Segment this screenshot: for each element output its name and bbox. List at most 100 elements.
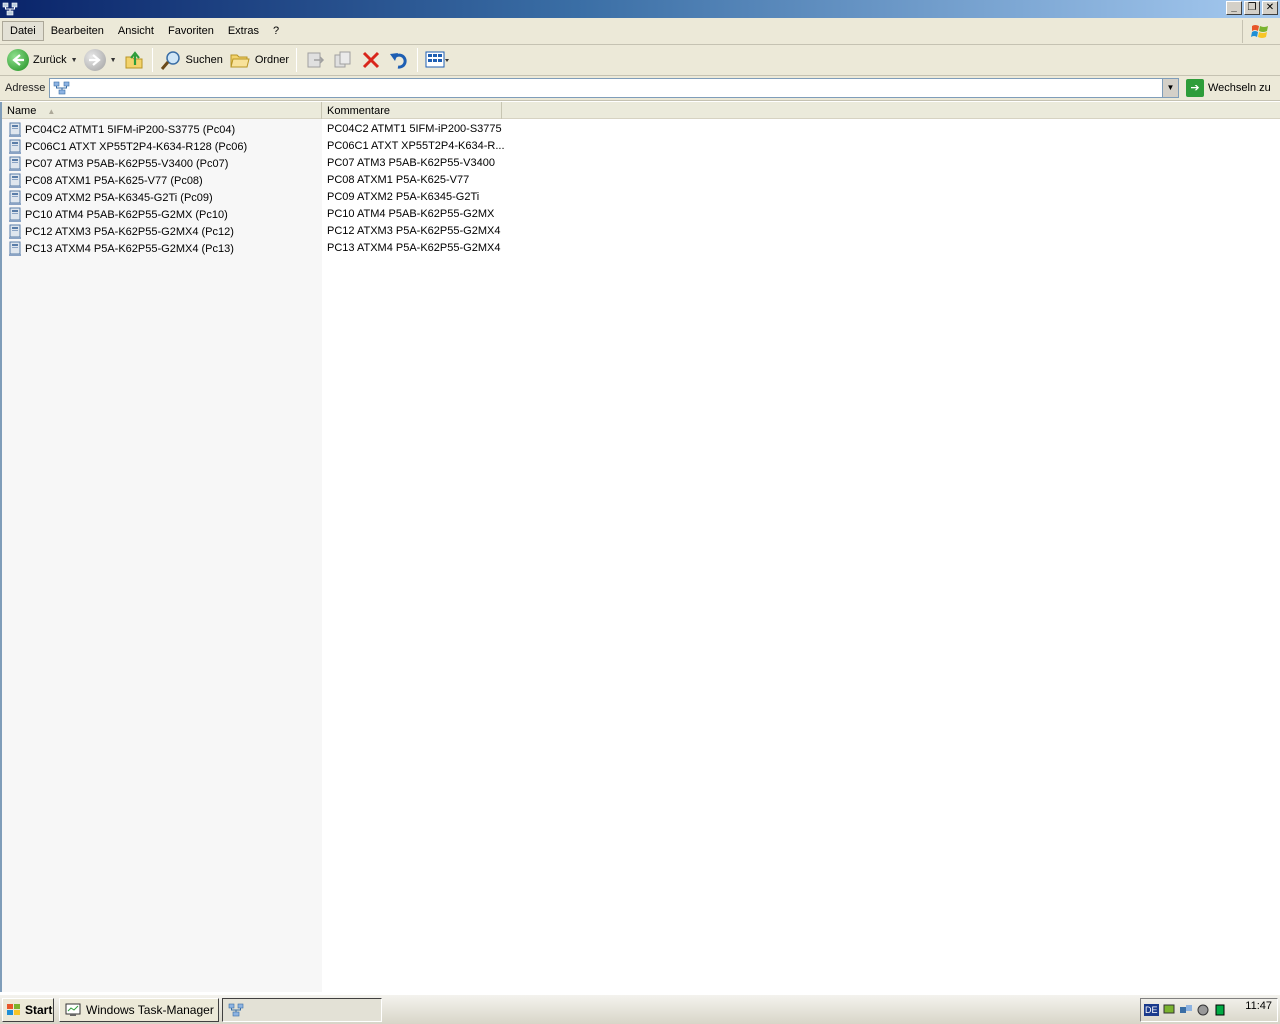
language-indicator[interactable]: DE <box>1144 1004 1159 1016</box>
item-comment: PC08 ATXM1 P5A-K625-V77 <box>327 174 470 186</box>
volume-icon[interactable] <box>1196 1003 1210 1017</box>
close-button[interactable]: ✕ <box>1262 1 1278 15</box>
item-name: PC04C2 ATMT1 5IFM-iP200-S3775 (Pc04) <box>25 123 236 136</box>
item-comment: PC12 ATXM3 P5A-K62P55-G2MX4 <box>327 225 501 237</box>
computer-icon <box>9 207 21 222</box>
item-name-cell[interactable]: PC10 ATM4 P5AB-K62P55-G2MX (Pc10) <box>8 206 228 223</box>
list-item[interactable]: PC12 ATXM3 P5A-K62P55-G2MX4 (Pc12) PC12 A… <box>2 223 1280 240</box>
move-to-button[interactable] <box>301 47 329 73</box>
folders-icon <box>230 54 250 68</box>
computer-icon <box>9 139 21 154</box>
list-item[interactable]: PC07 ATM3 P5AB-K62P55-V3400 (Pc07) PC07 A… <box>2 155 1280 172</box>
item-name: PC13 ATXM4 P5A-K62P55-G2MX4 (Pc13) <box>25 242 234 255</box>
list-item[interactable]: PC10 ATM4 P5AB-K62P55-G2MX (Pc10) PC10 AT… <box>2 206 1280 223</box>
undo-button[interactable] <box>385 47 413 73</box>
views-button[interactable] <box>422 47 452 73</box>
folders-button[interactable]: Ordner <box>226 47 292 73</box>
network-tray-icon[interactable] <box>1162 1003 1176 1017</box>
go-button[interactable]: ➔ Wechseln zu <box>1186 79 1271 97</box>
menu-edit[interactable]: Bearbeiten <box>44 22 111 40</box>
computer-icon <box>9 156 21 171</box>
item-name-cell[interactable]: PC07 ATM3 P5AB-K62P55-V3400 (Pc07) <box>8 155 228 172</box>
search-button[interactable]: Suchen <box>157 47 226 73</box>
restore-button[interactable]: ❐ <box>1244 1 1260 15</box>
item-comment: PC13 ATXM4 P5A-K62P55-G2MX4 <box>327 242 501 254</box>
back-dropdown-icon[interactable]: ▼ <box>71 57 78 64</box>
menu-view[interactable]: Ansicht <box>111 22 161 40</box>
toolbar-separator <box>417 48 419 72</box>
item-name: PC08 ATXM1 P5A-K625-V77 (Pc08) <box>25 174 203 187</box>
list-item[interactable]: PC09 ATXM2 P5A-K6345-G2Ti (Pc09) PC09 ATX… <box>2 189 1280 206</box>
taskbar: Start Windows Task-Manager DE 11:47 <box>0 994 1280 1024</box>
task-manager-icon <box>65 1003 81 1016</box>
cpu-meter-icon[interactable] <box>1213 1003 1227 1017</box>
copy-to-button[interactable] <box>329 47 357 73</box>
item-comment: PC09 ATXM2 P5A-K6345-G2Ti <box>327 191 480 203</box>
item-name-cell[interactable]: PC09 ATXM2 P5A-K6345-G2Ti (Pc09) <box>8 189 213 206</box>
up-folder-button[interactable] <box>120 47 148 73</box>
network-icon <box>228 1003 244 1017</box>
item-name-cell[interactable]: PC13 ATXM4 P5A-K62P55-G2MX4 (Pc13) <box>8 240 234 257</box>
address-input[interactable]: ▼ <box>49 78 1179 98</box>
list-item[interactable]: PC04C2 ATMT1 5IFM-iP200-S3775 (Pc04) PC04… <box>2 121 1280 138</box>
views-icon <box>425 51 450 68</box>
item-name: PC12 ATXM3 P5A-K62P55-G2MX4 (Pc12) <box>25 225 234 238</box>
window-title <box>22 3 122 15</box>
windows-logo-icon <box>1242 20 1276 43</box>
delete-button[interactable] <box>357 47 385 73</box>
item-name-cell[interactable]: PC08 ATXM1 P5A-K625-V77 (Pc08) <box>8 172 203 189</box>
search-icon <box>160 51 180 70</box>
network-icon <box>2 2 18 16</box>
column-header-name[interactable]: Name ▲ <box>2 102 322 119</box>
computer-icon <box>9 241 21 256</box>
computer-icon <box>9 173 21 188</box>
item-comment: PC07 ATM3 P5AB-K62P55-V3400 <box>327 157 495 169</box>
item-comment: PC06C1 ATXT XP55T2P4-K634-R... <box>327 140 505 152</box>
item-name: PC06C1 ATXT XP55T2P4-K634-R128 (Pc06) <box>25 140 248 153</box>
taskbar-task-manager[interactable]: Windows Task-Manager <box>59 998 219 1022</box>
network-icon <box>53 81 70 95</box>
list-header: Name ▲ Kommentare <box>2 102 1280 119</box>
item-comment: PC10 ATM4 P5AB-K62P55-G2MX <box>327 208 495 220</box>
forward-arrow-icon <box>83 49 106 71</box>
title-bar[interactable]: _ ❐ ✕ <box>0 0 1280 18</box>
start-label: Start <box>25 1003 53 1017</box>
list-item[interactable]: PC08 ATXM1 P5A-K625-V77 (Pc08) PC08 ATXM1… <box>2 172 1280 189</box>
item-name-cell[interactable]: PC06C1 ATXT XP55T2P4-K634-R128 (Pc06) <box>8 138 247 155</box>
menu-file[interactable]: Datei <box>2 21 44 41</box>
start-button[interactable]: Start <box>2 998 54 1022</box>
forward-dropdown-icon[interactable]: ▼ <box>110 57 117 64</box>
menu-tools[interactable]: Extras <box>221 22 266 40</box>
windows-logo-icon <box>7 1004 20 1015</box>
go-label: Wechseln zu <box>1208 82 1271 94</box>
item-name: PC09 ATXM2 P5A-K6345-G2Ti (Pc09) <box>25 191 213 204</box>
task-label: Windows Task-Manager <box>86 1003 214 1017</box>
folder-up-icon <box>125 51 142 69</box>
computer-icon <box>9 190 21 205</box>
list-item[interactable]: PC13 ATXM4 P5A-K62P55-G2MX4 (Pc13) PC13 A… <box>2 240 1280 257</box>
item-name-cell[interactable]: PC12 ATXM3 P5A-K62P55-G2MX4 (Pc12) <box>8 223 234 240</box>
menu-favorites[interactable]: Favoriten <box>161 22 221 40</box>
column-header-label: Kommentare <box>327 105 390 117</box>
computer-icon <box>9 224 21 239</box>
sort-ascending-icon: ▲ <box>47 107 56 116</box>
item-name-cell[interactable]: PC04C2 ATMT1 5IFM-iP200-S3775 (Pc04) <box>8 121 235 138</box>
toolbar-separator <box>296 48 298 72</box>
network-connection-icon[interactable] <box>1179 1003 1193 1017</box>
address-label: Adresse <box>5 82 46 94</box>
forward-button[interactable]: ▼ <box>81 47 120 73</box>
address-dropdown-icon[interactable]: ▼ <box>1162 79 1178 97</box>
go-arrow-icon: ➔ <box>1186 79 1204 97</box>
minimize-button[interactable]: _ <box>1226 1 1242 15</box>
item-comment: PC04C2 ATMT1 5IFM-iP200-S3775 <box>327 123 502 135</box>
file-list[interactable]: Name ▲ Kommentare PC04C2 ATMT1 5IFM-iP20… <box>0 102 1280 992</box>
undo-icon <box>390 53 407 69</box>
back-button[interactable]: Zurück ▼ <box>4 47 81 73</box>
list-item[interactable]: PC06C1 ATXT XP55T2P4-K634-R128 (Pc06) PC0… <box>2 138 1280 155</box>
address-bar: Adresse ▼ ➔ Wechseln zu <box>0 76 1280 101</box>
column-header-label: Name <box>7 105 37 117</box>
menu-help[interactable]: ? <box>266 22 286 40</box>
taskbar-explorer-window[interactable] <box>222 998 382 1022</box>
column-header-comments[interactable]: Kommentare <box>322 102 502 119</box>
toolbar-separator <box>151 48 153 72</box>
